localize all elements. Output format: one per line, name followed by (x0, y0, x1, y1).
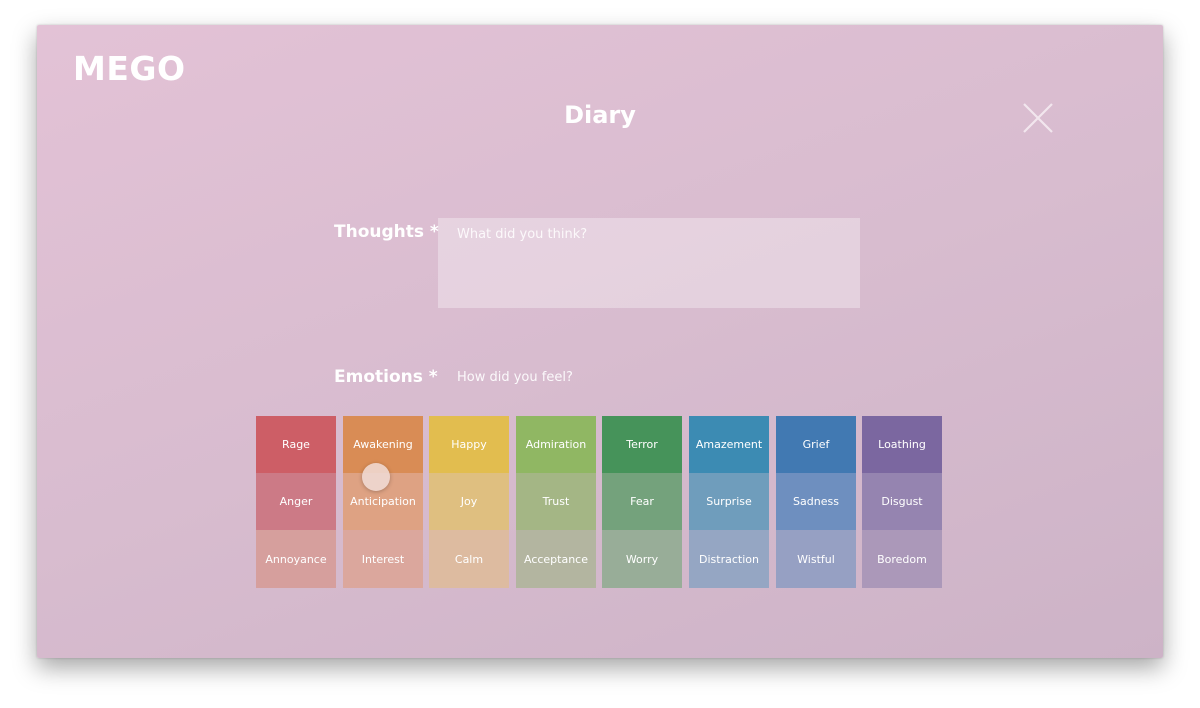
close-button[interactable] (1021, 101, 1055, 135)
emotion-amazement-button[interactable]: Amazement (689, 416, 769, 473)
emotion-column: Rage Anger Annoyance (256, 416, 336, 588)
close-icon (1023, 103, 1053, 133)
emotion-calm-button[interactable]: Calm (429, 530, 509, 588)
emotion-grief-button[interactable]: Grief (776, 416, 856, 473)
thoughts-input[interactable] (438, 218, 860, 308)
emotion-admiration-button[interactable]: Admiration (516, 416, 596, 473)
emotion-column: Amazement Surprise Distraction (689, 416, 769, 588)
emotion-awakening-button[interactable]: Awakening (343, 416, 423, 473)
emotion-column: Grief Sadness Wistful (776, 416, 856, 588)
emotion-rage-button[interactable]: Rage (256, 416, 336, 473)
emotion-grid: Rage Anger Annoyance Awakening Anticipation I… (256, 416, 946, 588)
emotion-column: Loathing Disgust Boredom (862, 416, 942, 588)
emotion-sadness-button[interactable]: Sadness (776, 473, 856, 530)
thoughts-label: Thoughts * (334, 222, 439, 242)
emotion-happy-button[interactable]: Happy (429, 416, 509, 473)
emotion-anger-button[interactable]: Anger (256, 473, 336, 530)
page-title: Diary (564, 101, 636, 129)
emotion-distraction-button[interactable]: Distraction (689, 530, 769, 588)
emotion-fear-button[interactable]: Fear (602, 473, 682, 530)
emotion-column: Happy Joy Calm (429, 416, 509, 588)
emotion-column: Awakening Anticipation Interest (343, 416, 423, 588)
emotion-annoyance-button[interactable]: Annoyance (256, 530, 336, 588)
emotion-trust-button[interactable]: Trust (516, 473, 596, 530)
emotion-wistful-button[interactable]: Wistful (776, 530, 856, 588)
emotion-column: Admiration Trust Acceptance (516, 416, 596, 588)
emotions-label: Emotions * (334, 367, 438, 387)
diary-window: MEGO Diary Thoughts * Emotions * How did… (37, 25, 1163, 658)
emotion-joy-button[interactable]: Joy (429, 473, 509, 530)
emotion-terror-button[interactable]: Terror (602, 416, 682, 473)
emotion-acceptance-button[interactable]: Acceptance (516, 530, 596, 588)
emotion-column: Terror Fear Worry (602, 416, 682, 588)
emotion-loathing-button[interactable]: Loathing (862, 416, 942, 473)
emotion-anticipation-button[interactable]: Anticipation (343, 473, 423, 530)
emotion-worry-button[interactable]: Worry (602, 530, 682, 588)
emotion-surprise-button[interactable]: Surprise (689, 473, 769, 530)
app-logo: MEGO (73, 49, 186, 88)
emotion-disgust-button[interactable]: Disgust (862, 473, 942, 530)
emotion-interest-button[interactable]: Interest (343, 530, 423, 588)
emotions-hint: How did you feel? (457, 370, 573, 385)
emotion-boredom-button[interactable]: Boredom (862, 530, 942, 588)
